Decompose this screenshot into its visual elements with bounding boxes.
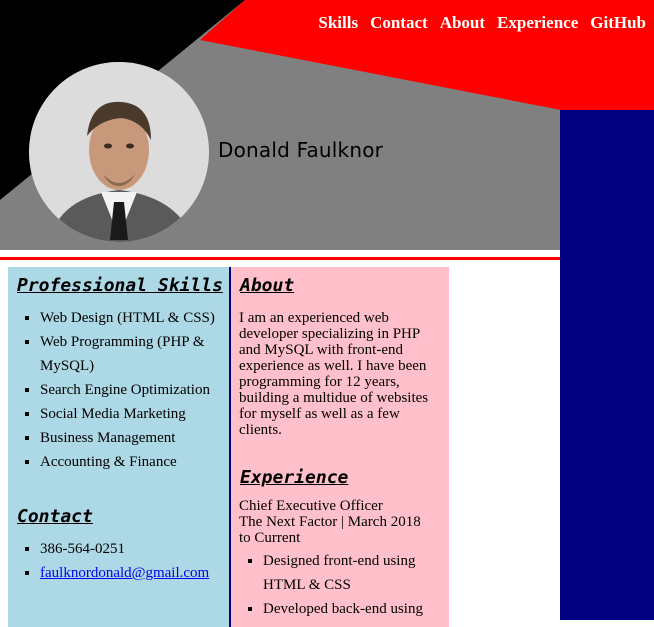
contact-email-item: faulknordonald@gmail.com bbox=[40, 561, 229, 585]
nav-github[interactable]: GitHub bbox=[590, 13, 646, 33]
contact-list: 386-564-0251 faulknordonald@gmail.com bbox=[8, 537, 229, 585]
contact-heading: Contact bbox=[17, 506, 93, 527]
experience-heading: Experience bbox=[240, 467, 349, 488]
skill-item: Web Programming (PHP & MySQL) bbox=[40, 330, 229, 378]
experience-item: Designed front-end using HTML & CSS bbox=[263, 549, 449, 597]
nav-contact[interactable]: Contact bbox=[370, 13, 428, 33]
skill-item: Web Design (HTML & CSS) bbox=[40, 306, 229, 330]
about-experience-column: About I am an experienced web developer … bbox=[231, 267, 449, 627]
job-title: Chief Executive Officer bbox=[239, 498, 383, 514]
profile-photo bbox=[29, 62, 209, 242]
job-period: to Current bbox=[239, 530, 301, 546]
about-text: I am an experienced web developer specia… bbox=[239, 310, 429, 438]
header-divider bbox=[0, 257, 560, 260]
skills-contact-column: Professional Skills Web Design (HTML & C… bbox=[8, 267, 231, 627]
about-heading: About bbox=[240, 275, 295, 296]
contact-email-link[interactable]: faulknordonald@gmail.com bbox=[40, 565, 209, 581]
nav-about[interactable]: About bbox=[440, 13, 485, 33]
contact-phone: 386-564-0251 bbox=[40, 537, 229, 561]
profile-name: Donald Faulknor bbox=[218, 138, 384, 162]
skills-list: Web Design (HTML & CSS) Web Programming … bbox=[8, 306, 229, 474]
experience-entry: Chief Executive Officer The Next Factor … bbox=[239, 498, 441, 546]
experience-list: Designed front-end using HTML & CSS Deve… bbox=[231, 549, 449, 621]
nav-skills[interactable]: Skills bbox=[318, 13, 358, 33]
nav-experience[interactable]: Experience bbox=[497, 13, 578, 33]
skills-heading: Professional Skills bbox=[17, 275, 223, 296]
skill-item: Accounting & Finance bbox=[40, 450, 229, 474]
skill-item: Social Media Marketing bbox=[40, 402, 229, 426]
job-company: The Next Factor | March 2018 bbox=[239, 514, 421, 530]
skill-item: Business Management bbox=[40, 426, 229, 450]
skill-item: Search Engine Optimization bbox=[40, 378, 229, 402]
experience-item: Developed back-end using bbox=[263, 597, 449, 621]
right-side-panel bbox=[560, 110, 654, 620]
top-nav: Skills Contact About Experience GitHub bbox=[318, 13, 646, 33]
header-banner: Skills Contact About Experience GitHub D… bbox=[0, 0, 654, 250]
